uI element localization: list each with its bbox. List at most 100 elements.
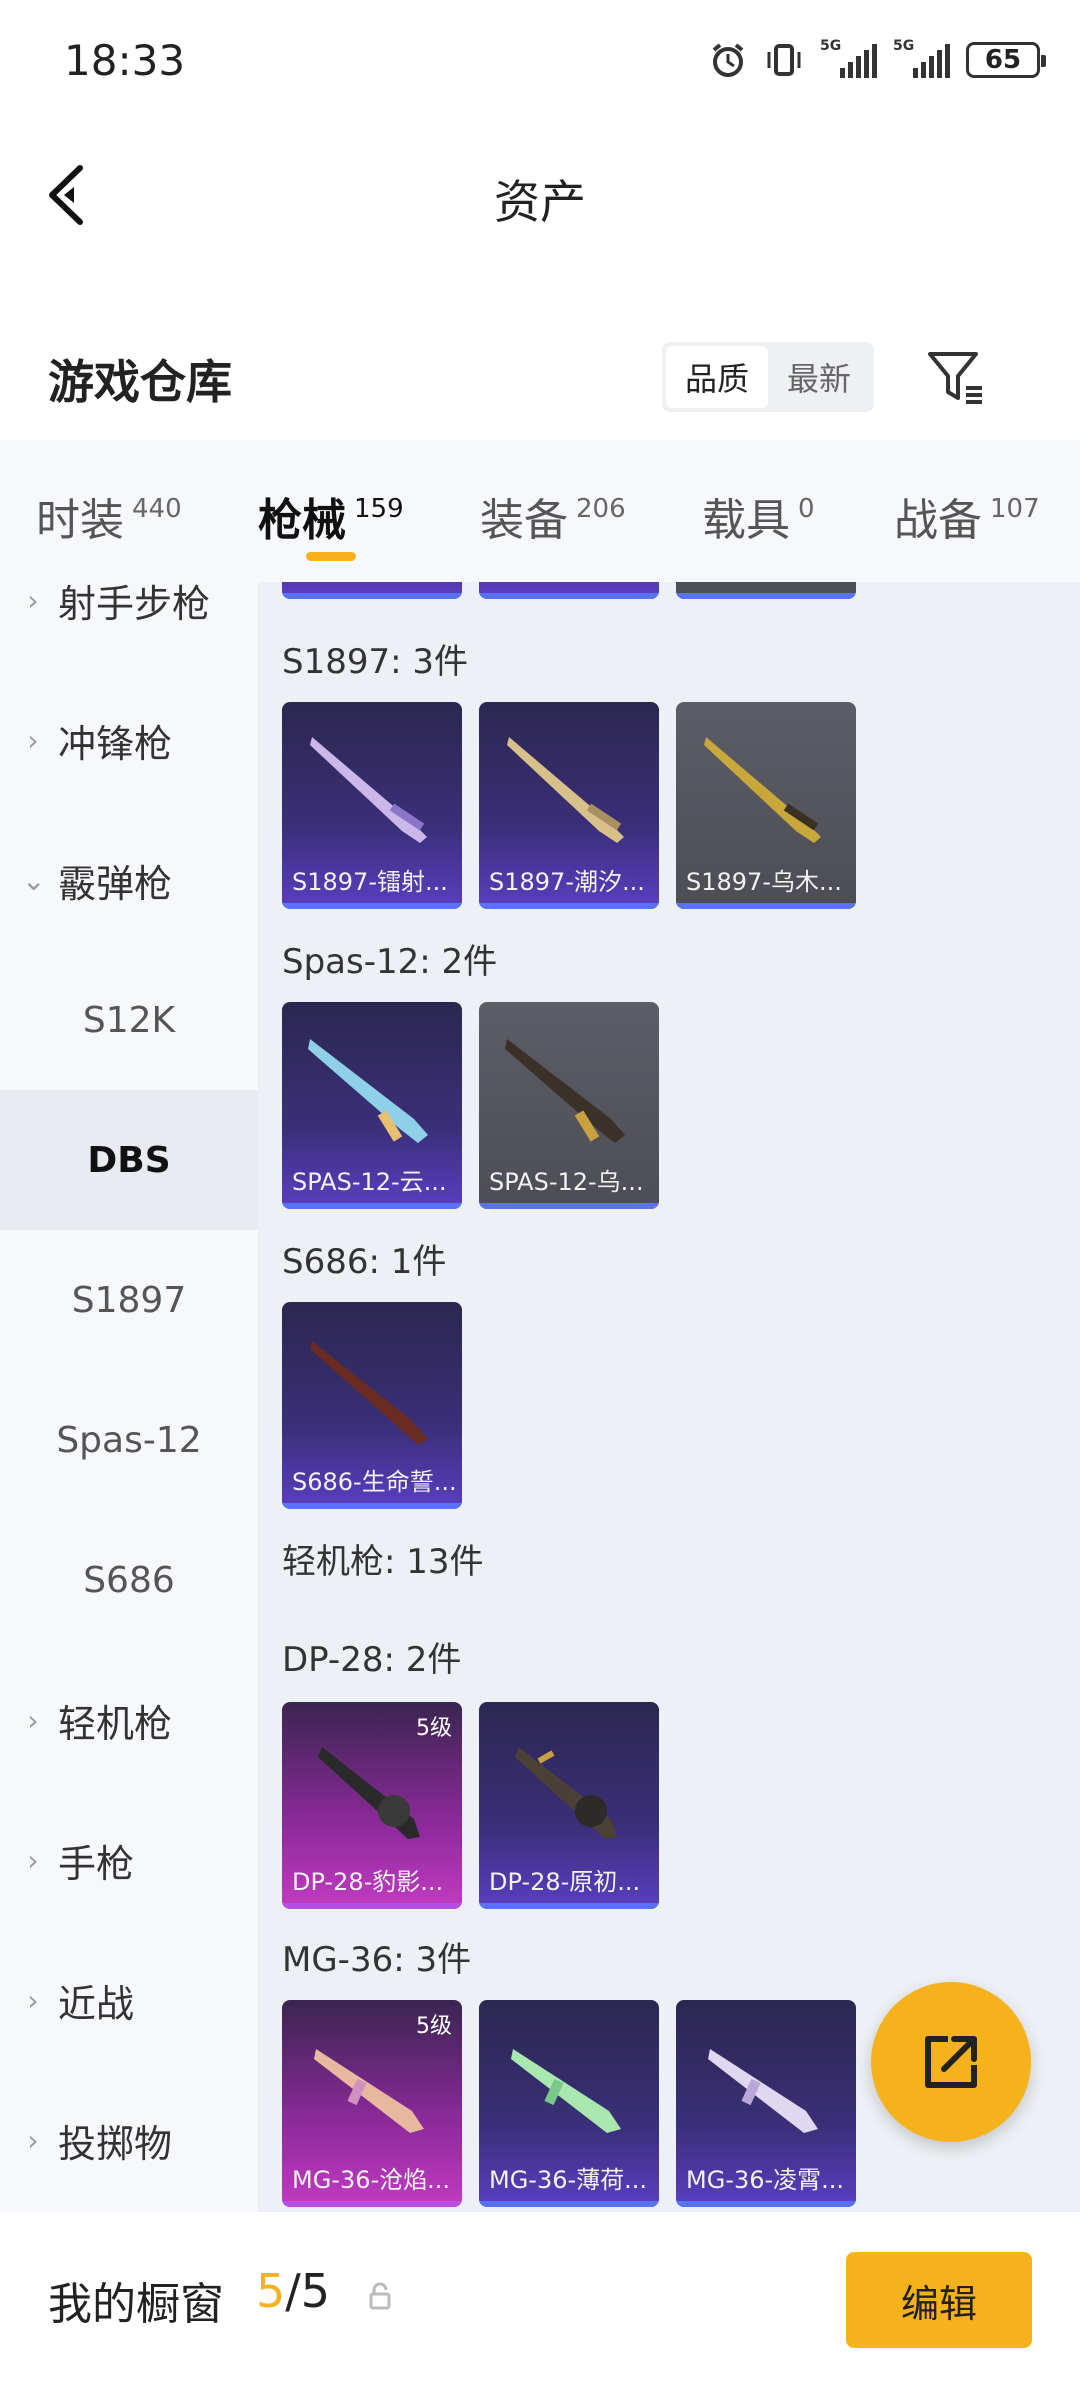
- chevron-right-icon: ›: [27, 1983, 39, 2017]
- sort-newest-button[interactable]: 最新: [768, 346, 870, 408]
- tab-supplies[interactable]: 战备 107: [894, 484, 1040, 548]
- sidebar-item-label: 近战: [58, 1981, 135, 2026]
- weapon-card[interactable]: S686-生命誓...: [282, 1302, 462, 1509]
- chevron-right-icon: ›: [27, 583, 39, 617]
- tab-count: 440: [132, 494, 182, 524]
- chevron-right-icon: ›: [27, 1703, 39, 1737]
- tab-label: 战备: [894, 495, 982, 546]
- sidebar-item-label: 手枪: [58, 1841, 135, 1886]
- weapon-card[interactable]: DP-28-原初...: [479, 1702, 659, 1909]
- shotgun-icon: [505, 1039, 625, 1143]
- chevron-right-icon: ›: [27, 1843, 39, 1877]
- tab-firearms[interactable]: 枪械 159: [258, 484, 404, 548]
- showcase-label: 我的橱窗: [48, 2279, 224, 2330]
- weapon-type-sidebar: › 射手步枪 › 冲锋枪 ⌄ 霰弹枪 S12K DBS S1897 Spas-12 S…: [0, 582, 258, 2212]
- group-header-dp28: DP-28: 2件: [282, 1640, 462, 1680]
- shotgun-icon: [704, 737, 821, 843]
- lock-icon: [369, 2282, 391, 2310]
- sidebar-subitem-s686[interactable]: S686: [0, 1510, 258, 1650]
- machine-gun-icon: [314, 2049, 424, 2133]
- tab-fashion[interactable]: 时装 440: [36, 484, 182, 548]
- weapon-card-name: SPAS-12-云...: [292, 1168, 447, 1196]
- weapon-card[interactable]: S1897-乌木...: [676, 702, 856, 909]
- showcase-separator: /: [285, 2264, 301, 2318]
- network-type-label: 5G: [893, 38, 915, 54]
- sidebar-item-label: 霰弹枪: [58, 861, 173, 906]
- tab-count: 107: [990, 494, 1040, 524]
- sidebar-item-label: 射手步枪: [58, 582, 211, 626]
- share-icon: [925, 2036, 977, 2088]
- machine-gun-icon: [708, 2049, 818, 2133]
- filter-button[interactable]: [924, 346, 988, 410]
- tab-count: 206: [576, 494, 626, 524]
- sort-quality-button[interactable]: 品质: [666, 346, 768, 408]
- weapon-card-name: S686-生命誓...: [292, 1468, 456, 1496]
- weapon-card-partial[interactable]: [676, 582, 856, 599]
- sidebar-subitem-spas12[interactable]: Spas-12: [0, 1370, 258, 1510]
- sidebar-item-label: 冲锋枪: [58, 721, 173, 766]
- weapon-card-name: MG-36-沧焰...: [292, 2166, 451, 2194]
- sidebar-subitem-dbs[interactable]: DBS: [0, 1090, 258, 1230]
- sidebar-item-smg[interactable]: › 冲锋枪: [0, 670, 258, 810]
- weapon-card-partial[interactable]: [282, 582, 462, 599]
- status-bar: 18:33 5G 5G 65: [0, 0, 1080, 130]
- app-header: 资产: [0, 130, 1080, 260]
- group-header-lmg: 轻机枪: 13件: [282, 1542, 484, 1582]
- weapon-card[interactable]: S1897-镭射...: [282, 702, 462, 909]
- chevron-right-icon: ›: [27, 2123, 39, 2157]
- vibrate-icon: [767, 44, 801, 76]
- tab-label: 枪械: [258, 495, 346, 546]
- weapon-card[interactable]: S1897-潮汐...: [479, 702, 659, 909]
- tab-vehicles[interactable]: 载具 0: [702, 484, 815, 548]
- warehouse-toolbar: 游戏仓库 品质 最新: [0, 320, 1080, 440]
- weapon-card[interactable]: MG-36-薄荷...: [479, 2000, 659, 2207]
- weapon-card-name: DP-28-原初...: [489, 1868, 641, 1896]
- sidebar-item-lmg[interactable]: › 轻机枪: [0, 1650, 258, 1790]
- weapon-card[interactable]: 5级 DP-28-豹影...: [282, 1702, 462, 1909]
- machine-gun-icon: [318, 1747, 420, 1839]
- showcase-total: 5: [300, 2264, 331, 2318]
- weapon-card[interactable]: SPAS-12-乌...: [479, 1002, 659, 1209]
- sidebar-subitem-s12k[interactable]: S12K: [0, 950, 258, 1090]
- warehouse-title: 游戏仓库: [48, 355, 232, 409]
- showcase-bar: 我的橱窗 5/5 编辑: [0, 2212, 1080, 2382]
- weapon-card[interactable]: SPAS-12-云...: [282, 1002, 462, 1209]
- sort-toggle: 品质 最新: [662, 342, 874, 412]
- active-tab-indicator: [306, 552, 356, 561]
- signal-icon-1: 5G: [820, 38, 877, 78]
- weapon-card-name: MG-36-凌霄...: [686, 2166, 845, 2194]
- tab-label: 装备: [480, 495, 568, 546]
- shotgun-icon: [308, 1039, 428, 1143]
- sidebar-item-throwable[interactable]: › 投掷物: [0, 2070, 258, 2210]
- weapon-card-name: S1897-镭射...: [292, 868, 448, 896]
- weapon-card-name: MG-36-薄荷...: [489, 2166, 648, 2194]
- network-type-label: 5G: [820, 38, 842, 54]
- showcase-current: 5: [256, 2264, 286, 2318]
- edit-button[interactable]: 编辑: [846, 2252, 1032, 2348]
- shotgun-icon: [310, 1341, 428, 1445]
- sidebar-subitem-s1897[interactable]: S1897: [0, 1230, 258, 1370]
- sidebar-item-marksman-rifle[interactable]: › 射手步枪: [0, 582, 258, 670]
- weapon-card-partial[interactable]: [479, 582, 659, 599]
- tab-count: 159: [354, 494, 404, 524]
- sidebar-item-shotgun[interactable]: ⌄ 霰弹枪: [0, 810, 258, 950]
- shotgun-icon: [507, 737, 624, 843]
- signal-icon-2: 5G: [893, 38, 950, 78]
- weapon-card-name: SPAS-12-乌...: [489, 1168, 644, 1196]
- sidebar-item-pistol[interactable]: › 手枪: [0, 1790, 258, 1930]
- page-title: 资产: [494, 175, 586, 229]
- filter-icon: [928, 352, 982, 404]
- tab-equipment[interactable]: 装备 206: [480, 484, 626, 548]
- sidebar-item-label: 投掷物: [58, 2121, 173, 2166]
- group-header-spas12: Spas-12: 2件: [282, 942, 498, 982]
- sidebar-item-melee[interactable]: › 近战: [0, 1930, 258, 2070]
- category-tabs: 时装 440 枪械 159 装备 206 载具 0 战备 107: [0, 440, 1080, 590]
- alarm-icon: [712, 43, 744, 77]
- share-fab-button[interactable]: [871, 1982, 1031, 2142]
- weapon-card[interactable]: MG-36-凌霄...: [676, 2000, 856, 2207]
- weapon-card[interactable]: 5级 MG-36-沧焰...: [282, 2000, 462, 2207]
- sidebar-item-label: 轻机枪: [58, 1701, 173, 1746]
- weapon-card-name: S1897-潮汐...: [489, 868, 645, 896]
- shotgun-icon: [310, 737, 427, 843]
- tab-label: 时装: [36, 495, 124, 546]
